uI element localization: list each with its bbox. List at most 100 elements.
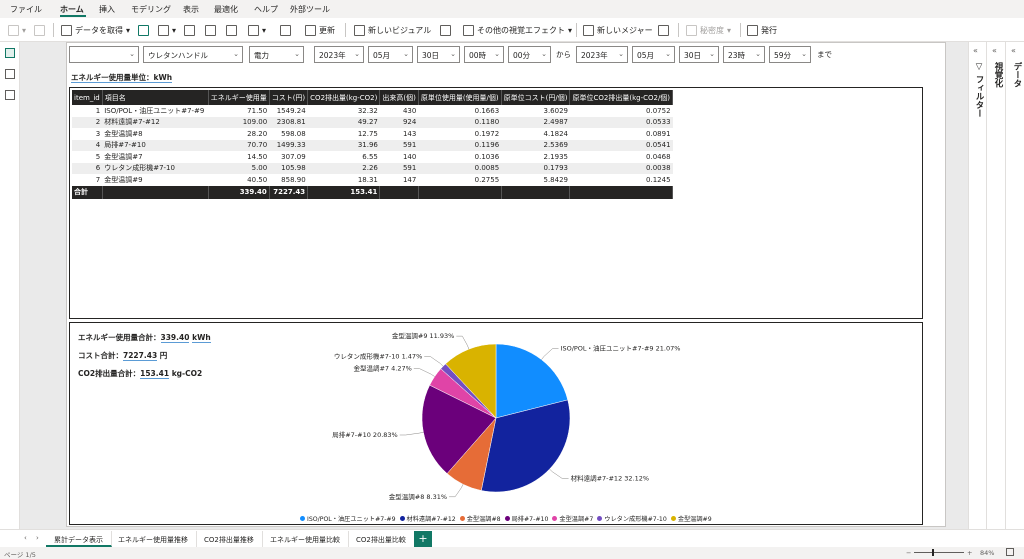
model-view-icon[interactable] (5, 90, 15, 100)
report-page: ⌄ ウレタンハンドル ⌄ 電力 ⌄ 2023年 ⌄ 05月 ⌄ 30日 ⌄ 00時 ⌄ 00… (66, 42, 946, 527)
machine-slicer[interactable]: ウレタンハンドル ⌄ (143, 46, 243, 63)
legend-item[interactable]: ISO/POL・油圧ユニット#7-#9 (300, 514, 396, 523)
collapse-visualize-icon[interactable]: « (992, 46, 997, 55)
col-unit-usage[interactable]: 原単位使用量(使用量/個) (418, 90, 502, 105)
report-view-icon[interactable] (5, 48, 15, 58)
zoom-slider-thumb[interactable] (932, 549, 934, 556)
legend-item[interactable]: 材料遠調#7-#12 (399, 514, 456, 523)
legend-item[interactable]: 金型温調#9 (670, 514, 712, 523)
filter-pane[interactable]: « ▽ フィルター (969, 42, 987, 529)
fit-to-page-icon[interactable] (1006, 548, 1014, 556)
to-minute-slicer[interactable]: 59分 ⌄ (769, 46, 811, 63)
table-cell: 71.50 (247, 106, 268, 115)
enter-data-button[interactable] (205, 23, 216, 37)
table-row[interactable]: 1 ISO/POL・油圧ユニット#7-#9 71.50 1549.24 32.32 430… (72, 105, 673, 117)
sql-button[interactable] (184, 23, 195, 37)
table-row[interactable]: 4 局排#7-#10 70.70 1499.33 31.96 591 0.1196 2.536… (72, 139, 673, 151)
legend-item[interactable]: 金型温調#7 (552, 514, 593, 523)
col-cost[interactable]: コスト(円) (269, 90, 309, 105)
col-unit-cost[interactable]: 原単位コスト(円/個) (501, 90, 571, 105)
col-unit-co2[interactable]: 原単位CO2排出量(kg-CO2/個) (569, 90, 674, 105)
publish-button[interactable]: 発行 (747, 23, 777, 37)
data-pane[interactable]: « データ (1006, 42, 1024, 529)
add-page-button[interactable]: + (414, 531, 432, 547)
summary-visual[interactable]: エネルギー使用量合計：339.40 kWh コスト合計：7227.43 円 CO… (69, 322, 923, 525)
get-data-button[interactable]: データを取得 ▾ (61, 23, 130, 37)
to-hour-slicer[interactable]: 23時 ⌄ (723, 46, 765, 63)
from-month-value: 05月 (373, 51, 391, 60)
prev-page-icon[interactable]: ‹ (24, 534, 27, 542)
energy-table-visual[interactable]: item_id 項目名 エネルギー使用量 コスト(円) CO2排出量(kg-CO… (69, 87, 923, 319)
tab-energy-compare[interactable]: エネルギー使用量比較 (262, 531, 349, 547)
sensitivity-button[interactable]: 秘密度 ▾ (686, 23, 731, 37)
legend-item[interactable]: ウレタン成形機#7-10 (597, 514, 667, 523)
col-volume[interactable]: 出来高(個) (379, 90, 419, 105)
pie-legend: ISO/POL・油圧ユニット#7-#9 材料遠調#7-#12 金型温調#8 局排#7-… (300, 514, 712, 523)
energy-total-line: エネルギー使用量合計：339.40 kWh (78, 332, 211, 343)
paste-button[interactable]: ▾ (8, 23, 26, 37)
new-measure-button[interactable]: 新しいメジャー (583, 23, 653, 37)
menu-file[interactable]: ファイル (10, 4, 42, 15)
collapse-data-icon[interactable]: « (1011, 46, 1016, 55)
menu-home[interactable]: ホーム (60, 4, 84, 15)
from-minute-slicer[interactable]: 00分 ⌄ (508, 46, 551, 63)
menu-view[interactable]: 表示 (183, 4, 199, 15)
col-energy[interactable]: エネルギー使用量 (208, 90, 270, 105)
to-day-slicer[interactable]: 30日 ⌄ (679, 46, 719, 63)
table-view-icon[interactable] (5, 69, 15, 79)
category-slicer[interactable]: ⌄ (69, 46, 139, 63)
legend-item[interactable]: 局排#7-#10 (504, 514, 548, 523)
more-visuals-button[interactable]: その他の視覚エフェクト ▾ (463, 23, 572, 37)
table-row[interactable]: 5 金型温調#7 14.50 307.09 6.55 140 0.1036 2.1935 0.0… (72, 151, 673, 163)
visualize-pane[interactable]: « 視覚化 (987, 42, 1006, 529)
recent-sources-button[interactable]: ▾ (248, 23, 266, 37)
zoom-out-icon[interactable]: − (906, 549, 911, 557)
table-row[interactable]: 2 材料遠調#7-#12 109.00 2308.81 49.27 924 0.1180 2.… (72, 116, 673, 128)
from-month-slicer[interactable]: 05月 ⌄ (368, 46, 413, 63)
to-year-slicer[interactable]: 2023年 ⌄ (576, 46, 628, 63)
col-co2[interactable]: CO2排出量(kg-CO2) (307, 90, 381, 105)
refresh-button[interactable]: 更新 (305, 23, 335, 37)
pie-leader-line (449, 484, 464, 498)
onelake-button[interactable]: ▾ (158, 23, 176, 37)
energy-type-slicer[interactable]: 電力 ⌄ (249, 46, 304, 63)
quick-measure-button[interactable] (658, 23, 669, 37)
menu-external-tools[interactable]: 外部ツール (290, 4, 330, 15)
from-year-slicer[interactable]: 2023年 ⌄ (314, 46, 364, 63)
col-item-name[interactable]: 項目名 (102, 90, 209, 105)
zoom-in-icon[interactable]: + (967, 549, 972, 557)
co2-total-value: 153.41 (140, 369, 170, 379)
table-cell: 2.5369 (501, 139, 570, 151)
menu-optimize[interactable]: 最適化 (214, 4, 238, 15)
from-hour-slicer[interactable]: 00時 ⌄ (464, 46, 504, 63)
table-cell: 1 (95, 106, 101, 115)
collapse-filter-icon[interactable]: « (973, 46, 978, 55)
unit-prefix: エネルギー使用量単位： (71, 73, 154, 83)
col-item-id[interactable]: item_id (72, 90, 103, 105)
format-painter-button[interactable] (34, 23, 45, 37)
table-row[interactable]: 6 ウレタン成形機#7-10 5.00 105.98 2.26 591 0.0085 0.17… (72, 162, 673, 174)
to-month-slicer[interactable]: 05月 ⌄ (632, 46, 675, 63)
menu-modeling[interactable]: モデリング (131, 4, 171, 15)
text-box-button[interactable] (440, 23, 451, 37)
dataverse-button[interactable] (226, 23, 237, 37)
legend-item[interactable]: 金型温調#8 (459, 514, 501, 523)
tab-cumulative[interactable]: 累計データ表示 (46, 531, 112, 547)
transform-data-button[interactable] (280, 23, 291, 37)
to-day-value: 30日 (684, 51, 702, 60)
table-cell: 2308.81 (269, 116, 308, 128)
excel-button[interactable] (138, 23, 149, 37)
menu-insert[interactable]: 挿入 (99, 4, 115, 15)
tab-co2-compare[interactable]: CO2排出量比較 (348, 531, 415, 547)
table-row[interactable]: 3 金型温調#8 28.20 598.08 12.75 143 0.1972 4.1824 0.… (72, 128, 673, 140)
next-page-icon[interactable]: › (36, 534, 39, 542)
new-visual-button[interactable]: 新しいビジュアル (354, 23, 431, 37)
tab-co2-trend[interactable]: CO2排出量推移 (196, 531, 263, 547)
table-row[interactable]: 7 金型温調#9 40.50 858.90 18.31 147 0.2755 5.8429 0.… (72, 174, 673, 186)
tab-energy-trend[interactable]: エネルギー使用量推移 (110, 531, 197, 547)
menu-help[interactable]: ヘルプ (254, 4, 278, 15)
from-day-slicer[interactable]: 30日 ⌄ (417, 46, 460, 63)
energy-pie-chart[interactable]: ISO/POL・油圧ユニット#7-#9 21.07% 材料遠調#7-#12 32.… (320, 323, 720, 513)
zoom-slider[interactable] (914, 552, 964, 553)
calculator-icon (583, 24, 594, 36)
